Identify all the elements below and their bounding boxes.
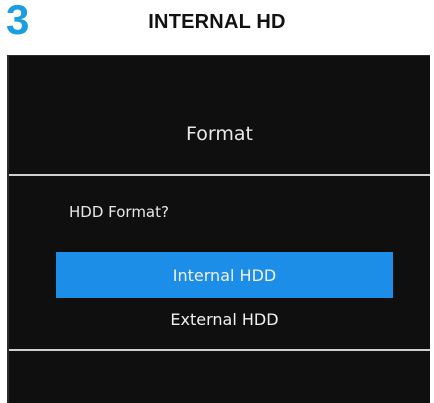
- option-internal-hdd[interactable]: Internal HDD: [56, 252, 393, 298]
- instruction-page: 3 INTERNAL HD Format HDD Format? Interna…: [0, 0, 434, 403]
- tv-menu-screen: Format HDD Format? Internal HDD External…: [7, 55, 430, 403]
- step-title: INTERNAL HD: [148, 11, 286, 33]
- divider: [9, 174, 430, 176]
- format-prompt: HDD Format?: [69, 203, 169, 221]
- option-label: Internal HDD: [172, 265, 277, 285]
- divider: [9, 349, 430, 351]
- option-label: External HDD: [170, 309, 279, 329]
- dialog-title: Format: [186, 123, 253, 145]
- option-external-hdd[interactable]: External HDD: [56, 304, 393, 334]
